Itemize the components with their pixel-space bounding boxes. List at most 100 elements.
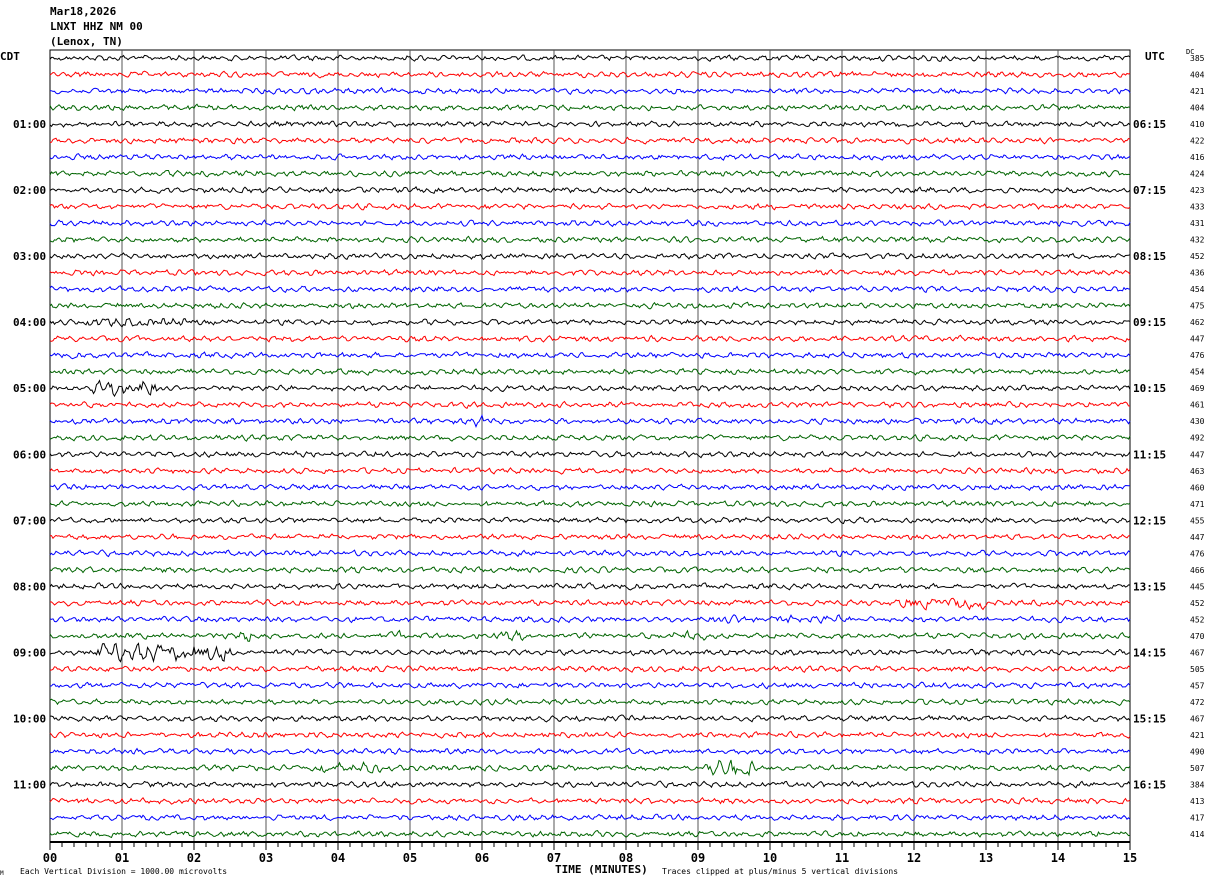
seismic-trace xyxy=(49,830,1131,839)
dc-offset-label: 385 xyxy=(1190,54,1205,63)
seismic-trace xyxy=(49,681,1131,690)
right-hour-label: 10:15 xyxy=(1133,382,1166,395)
seismic-trace xyxy=(49,450,1131,459)
dc-offset-label: 472 xyxy=(1190,698,1205,707)
seismic-trace xyxy=(49,367,1131,376)
seismic-trace xyxy=(49,351,1131,360)
seismic-trace xyxy=(49,169,1131,178)
seismic-trace xyxy=(49,697,1131,707)
dc-offset-label: 417 xyxy=(1190,813,1205,822)
seismic-trace xyxy=(49,413,1131,428)
dc-offset-label: 452 xyxy=(1190,615,1205,624)
dc-offset-label: 462 xyxy=(1190,318,1205,327)
dc-offset-label: 422 xyxy=(1190,137,1205,146)
dc-offset-label: 460 xyxy=(1190,483,1205,492)
right-hour-label: 13:15 xyxy=(1133,580,1166,593)
dc-offset-label: 436 xyxy=(1190,269,1205,278)
x-tick-label: 05 xyxy=(403,851,417,865)
right-hour-label: 08:15 xyxy=(1133,250,1166,263)
seismic-trace xyxy=(49,796,1131,805)
dc-offset-label: 457 xyxy=(1190,681,1205,690)
seismic-trace xyxy=(49,533,1131,541)
left-hour-label: 02:00 xyxy=(13,184,46,197)
x-tick-label: 06 xyxy=(475,851,489,865)
seismic-trace xyxy=(49,483,1131,492)
seismic-trace xyxy=(49,747,1131,756)
dc-offset-label: 430 xyxy=(1190,417,1205,426)
seismic-trace xyxy=(49,499,1131,508)
seismic-trace xyxy=(49,597,1131,611)
x-tick-label: 09 xyxy=(691,851,705,865)
left-hour-label: 11:00 xyxy=(13,778,46,791)
seismic-trace xyxy=(49,629,1131,642)
dc-offset-label: 432 xyxy=(1190,236,1205,245)
x-tick-label: 12 xyxy=(907,851,921,865)
dc-offset-label: 421 xyxy=(1190,87,1205,96)
dc-offset-label: 445 xyxy=(1190,582,1205,591)
dc-offset-label: 505 xyxy=(1190,665,1205,674)
seismic-trace xyxy=(49,136,1131,145)
dc-offset-label: 416 xyxy=(1190,153,1205,162)
left-hour-label: 04:00 xyxy=(13,316,46,329)
left-hour-label: 08:00 xyxy=(13,580,46,593)
seismic-trace xyxy=(49,466,1131,475)
dc-offset-label: 447 xyxy=(1190,533,1205,542)
seismic-trace xyxy=(49,400,1131,409)
x-axis-label: TIME (MINUTES) xyxy=(555,863,648,876)
seismic-trace xyxy=(49,549,1131,558)
dc-offset-label: 507 xyxy=(1190,764,1205,773)
dc-offset-label: 424 xyxy=(1190,170,1205,179)
seismic-trace xyxy=(49,582,1131,591)
x-tick-label: 14 xyxy=(1051,851,1065,865)
dc-offset-label: 490 xyxy=(1190,747,1205,756)
plot-frame xyxy=(49,49,1131,843)
seismic-trace xyxy=(49,285,1131,294)
x-tick-label: 13 xyxy=(979,851,993,865)
seismic-trace xyxy=(49,516,1131,525)
seismic-trace xyxy=(49,566,1131,574)
right-hour-label: 09:15 xyxy=(1133,316,1166,329)
seismic-trace xyxy=(49,665,1131,673)
dc-offset-label: 447 xyxy=(1190,335,1205,344)
seismic-trace xyxy=(49,153,1131,161)
left-hour-label: 10:00 xyxy=(13,712,46,725)
dc-offset-label: 466 xyxy=(1190,566,1205,575)
x-tick-label: 15 xyxy=(1123,851,1137,865)
dc-offset-label: 447 xyxy=(1190,450,1205,459)
seismic-trace xyxy=(49,252,1131,261)
dc-offset-label: 471 xyxy=(1190,500,1205,509)
right-hour-label: 16:15 xyxy=(1133,778,1166,791)
seismic-trace xyxy=(49,642,1131,664)
seismic-trace xyxy=(49,433,1131,442)
dc-offset-label: 461 xyxy=(1190,401,1205,410)
left-hour-label: 03:00 xyxy=(13,250,46,263)
right-hour-label: 06:15 xyxy=(1133,118,1166,131)
seismic-trace xyxy=(49,268,1131,277)
dc-offset-label: 463 xyxy=(1190,467,1205,476)
dc-offset-label: 452 xyxy=(1190,252,1205,261)
seismic-trace xyxy=(49,780,1131,789)
seismic-trace xyxy=(49,730,1131,739)
seismic-trace xyxy=(49,103,1131,112)
x-tick-label: 01 xyxy=(115,851,129,865)
dc-offset-label: 410 xyxy=(1190,120,1205,129)
seismic-trace xyxy=(49,301,1131,310)
dc-offset-label: 431 xyxy=(1190,219,1205,228)
seismic-trace xyxy=(49,379,1131,398)
dc-offset-label: 476 xyxy=(1190,351,1205,360)
left-hour-label: 05:00 xyxy=(13,382,46,395)
right-hour-label: 11:15 xyxy=(1133,448,1166,461)
dc-offset-label: 384 xyxy=(1190,780,1205,789)
seismic-trace xyxy=(49,614,1131,625)
dc-offset-label: 469 xyxy=(1190,384,1205,393)
dc-offset-label: 492 xyxy=(1190,434,1205,443)
dc-offset-label: 433 xyxy=(1190,203,1205,212)
dc-offset-label: 452 xyxy=(1190,599,1205,608)
clip-note: Traces clipped at plus/minus 5 vertical … xyxy=(662,867,899,876)
right-hour-label: 14:15 xyxy=(1133,646,1166,659)
dc-offset-label: 467 xyxy=(1190,714,1205,723)
seismic-trace xyxy=(49,219,1131,228)
helicorder-plot: 00 01 02 03 04 05 06 07 08 09 10 11 12 13 14 1538540442… xyxy=(13,49,1205,865)
left-hour-label: 07:00 xyxy=(13,514,46,527)
dc-offset-label: 421 xyxy=(1190,731,1205,740)
